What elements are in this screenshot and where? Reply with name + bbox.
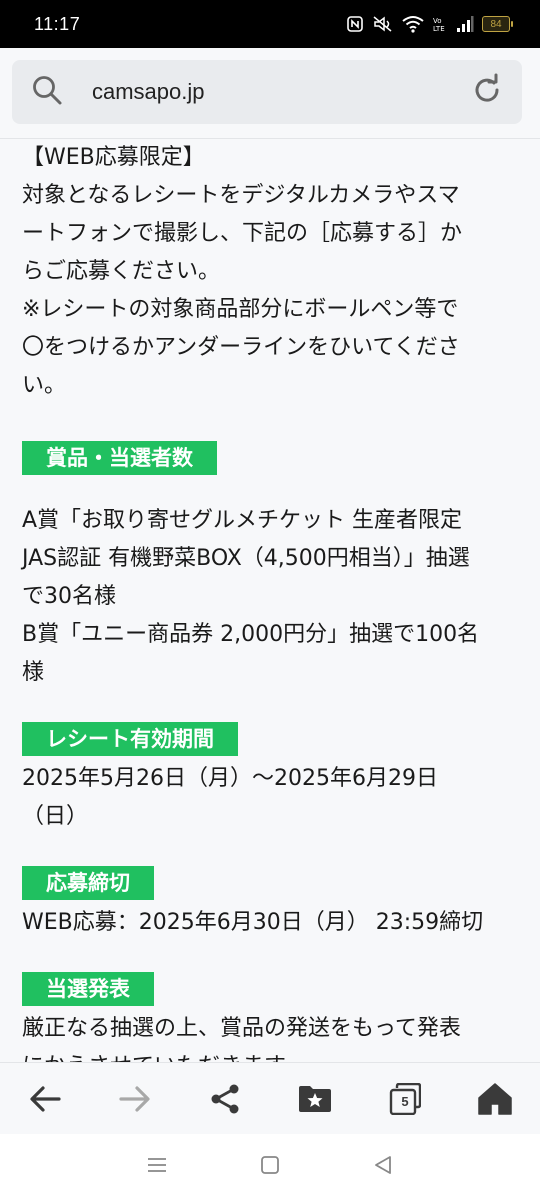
section-label-receipt-period: レシート有効期間 [22, 722, 238, 756]
tab-count: 5 [401, 1093, 409, 1109]
back-button[interactable] [21, 1075, 69, 1123]
bookmarks-button[interactable] [291, 1075, 339, 1123]
volte-icon: Vo LTE [432, 15, 448, 33]
home-button[interactable] [471, 1075, 519, 1123]
browser-address-area: camsapo.jp [0, 48, 540, 139]
intro-line: 〇をつけるかアンダーラインをひいてくださ [22, 335, 460, 360]
intro-text: 【WEB応募限定】 対象となるレシートをデジタルカメラやスマ ートフォンで撮影し… [22, 139, 518, 405]
bookmarks-icon [299, 1086, 331, 1112]
prize-line: 様 [22, 660, 45, 685]
menu-icon [147, 1158, 166, 1172]
intro-line: 対象となるレシートをデジタルカメラやスマ [22, 183, 460, 208]
search-icon [30, 73, 64, 111]
intro-line: ※レシートの対象商品部分にボールペン等で [22, 297, 459, 322]
mute-icon [372, 15, 394, 33]
reload-icon[interactable] [470, 73, 504, 111]
battery-icon: 84 [482, 16, 513, 32]
svg-text:LTE: LTE [433, 25, 445, 33]
receipt-period-line: 2025年5月26日（月）～2025年6月29日 [22, 766, 438, 791]
nfc-icon [346, 15, 364, 33]
address-bar[interactable]: camsapo.jp [12, 60, 522, 124]
intro-line: らご応募ください。 [22, 259, 221, 284]
forward-button[interactable] [111, 1075, 159, 1123]
prize-line: A賞「お取り寄せグルメチケット 生産者限定 [22, 508, 463, 533]
receipt-period-text: 2025年5月26日（月）～2025年6月29日 （日） [22, 760, 518, 836]
announcement-line: 厳正なる抽選の上、賞品の発送をもって発表 [22, 1016, 461, 1041]
announcement-text: 厳正なる抽選の上、賞品の発送をもって発表 にかえさせていただきます。 [22, 1010, 518, 1062]
signal-icon [456, 15, 474, 33]
section-label-prizes: 賞品・当選者数 [22, 441, 217, 475]
svg-text:Vo: Vo [433, 17, 442, 25]
status-bar: 11:17 Vo LTE 84 [0, 0, 540, 48]
square-icon [261, 1156, 279, 1174]
receipt-period-line: （日） [22, 804, 89, 829]
prize-line: JAS認証 有機野菜BOX（4,500円相当）」抽選 [22, 546, 470, 571]
section-label-deadline: 応募締切 [22, 866, 154, 900]
intro-line: い。 [22, 373, 67, 398]
prizes-text: A賞「お取り寄せグルメチケット 生産者限定 JAS認証 有機野菜BOX（4,50… [22, 502, 518, 692]
intro-line: ートフォンで撮影し、下記の［応募する］か [22, 221, 463, 246]
url-text[interactable]: camsapo.jp [92, 79, 470, 105]
back-nav-button[interactable] [371, 1153, 395, 1181]
back-icon [30, 1086, 61, 1112]
recent-apps-button[interactable] [145, 1153, 169, 1181]
forward-icon [119, 1086, 150, 1112]
tabs-button[interactable]: 5 [381, 1075, 429, 1123]
prize-line: B賞「ユニー商品券 2,000円分」抽選で100名 [22, 622, 480, 647]
share-button[interactable] [201, 1075, 249, 1123]
page-content: 【WEB応募限定】 対象となるレシートをデジタルカメラやスマ ートフォンで撮影し… [0, 139, 540, 1062]
wifi-icon [402, 15, 424, 33]
prize-line: で30名様 [22, 584, 116, 609]
home-nav-button[interactable] [258, 1153, 282, 1181]
section-label-announcement: 当選発表 [22, 972, 154, 1006]
tabs-icon: 5 [389, 1083, 421, 1115]
home-icon [478, 1083, 512, 1115]
browser-toolbar: 5 [0, 1062, 540, 1135]
announcement-line: にかえさせていただきます。 [22, 1048, 518, 1062]
deadline-text: WEB応募：2025年6月30日（月） 23:59締切 [22, 904, 518, 942]
status-icons: Vo LTE 84 [346, 15, 513, 33]
intro-line: 【WEB応募限定】 [22, 145, 205, 170]
status-time: 11:17 [34, 13, 81, 34]
share-icon [211, 1084, 239, 1114]
triangle-back-icon [375, 1156, 392, 1174]
system-nav-bar [0, 1134, 540, 1200]
deadline-line: WEB応募：2025年6月30日（月） 23:59締切 [22, 910, 484, 935]
